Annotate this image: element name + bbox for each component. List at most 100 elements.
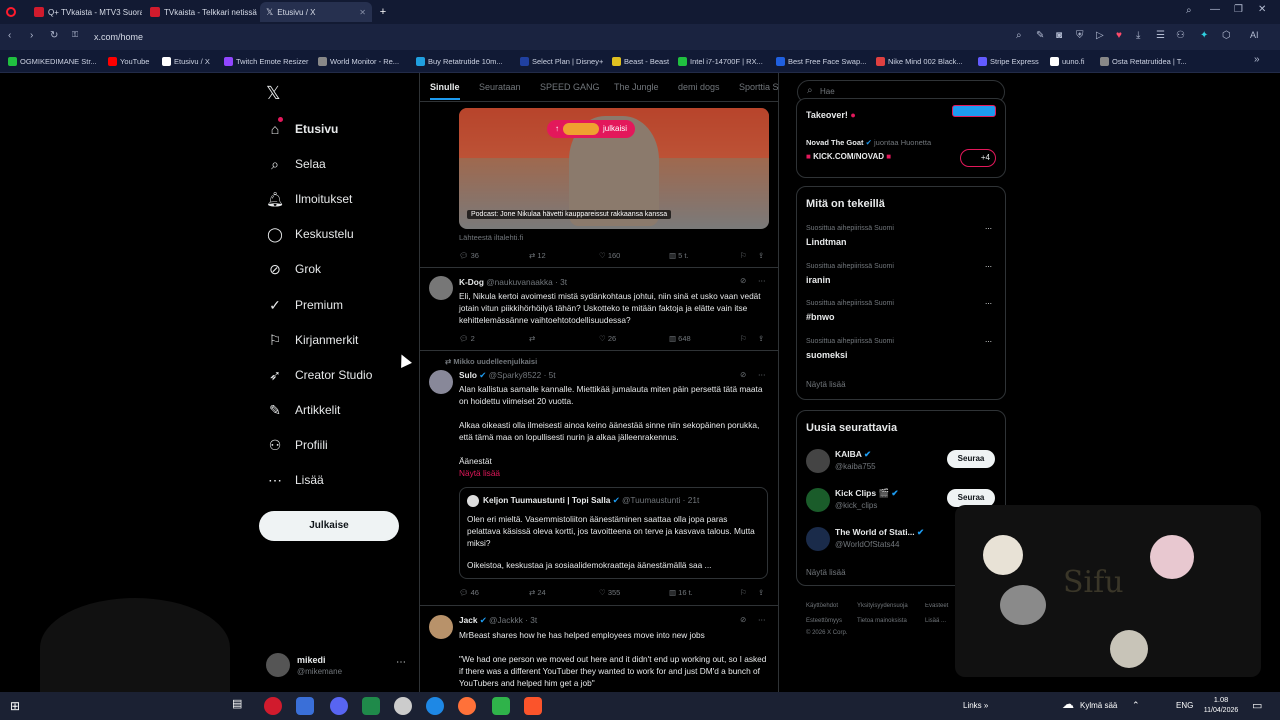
sidebar-item-artikkelit[interactable]: ✎ Artikkelit xyxy=(266,399,340,421)
sidebar-item-creator-studio[interactable]: ➶ Creator Studio xyxy=(266,364,372,386)
x-logo-icon[interactable]: 𝕏 xyxy=(266,83,281,104)
tab-seurataan[interactable]: Seurataan xyxy=(479,82,521,92)
search-tabs-icon[interactable]: ⌕ xyxy=(1186,5,1192,16)
discord-taskbar-icon[interactable] xyxy=(330,697,348,715)
show-more-link[interactable]: Näytä lisää xyxy=(459,467,500,479)
shield-icon[interactable]: ⛨ xyxy=(1076,30,1084,41)
like-count[interactable]: ♡ 160 xyxy=(599,251,620,260)
app-taskbar-icon[interactable] xyxy=(492,697,510,715)
share-icon[interactable]: ⇪ xyxy=(758,588,764,597)
app-taskbar-icon[interactable] xyxy=(394,697,412,715)
sidebar-item-keskustelu[interactable]: ◯ Keskustelu xyxy=(266,223,354,245)
trend-name[interactable]: iranin xyxy=(806,275,831,285)
opera-taskbar-icon[interactable] xyxy=(264,697,282,715)
grok-icon[interactable]: ⊘ xyxy=(740,370,746,379)
suggest-name[interactable]: KAIBA ✔ xyxy=(835,449,871,460)
footer-link[interactable]: Esteettömyys xyxy=(806,618,842,624)
trend-more-icon[interactable]: ⋯ xyxy=(985,225,992,233)
bookmark-item[interactable]: Select Plan | Disney+ xyxy=(520,54,608,69)
footer-link[interactable]: Tietoa mainoksista xyxy=(857,618,907,624)
camera-icon[interactable]: ◙ xyxy=(1056,30,1062,41)
minimize-icon[interactable]: — xyxy=(1210,4,1220,15)
view-count[interactable]: ▥ 16 t. xyxy=(669,588,693,597)
bookmark-item[interactable]: uuno.fi xyxy=(1050,54,1094,69)
close-window-icon[interactable]: ✕ xyxy=(1258,4,1266,15)
show-more-suggestions[interactable]: Näytä lisää xyxy=(806,568,846,577)
bookmark-icon[interactable]: ⚐ xyxy=(740,251,747,260)
footer-link[interactable]: Käyttöehdot xyxy=(806,603,838,609)
reply-count[interactable]: 💬︎ 2 xyxy=(459,334,475,343)
sidebar-item-premium[interactable]: ✓ Premium xyxy=(266,294,343,316)
bookmark-item[interactable]: Buy Retatrutide 10m... xyxy=(416,54,512,69)
trend-name[interactable]: suomeksi xyxy=(806,350,848,360)
close-tab-icon[interactable]: ✕ xyxy=(359,8,366,17)
tab-etusivu-x[interactable]: 𝕏 Etusivu / X ✕ xyxy=(260,2,372,22)
reload-icon[interactable]: ↻ xyxy=(50,30,58,41)
grok-icon[interactable]: ⊘ xyxy=(740,276,746,285)
bookmark-item[interactable]: Etusivu / X xyxy=(162,54,224,69)
avatar[interactable] xyxy=(429,370,453,394)
live-spaces-card[interactable]: Takeover! ● Novad The Goat ✔ juontaa Huo… xyxy=(796,98,1006,178)
footer-link[interactable]: Yksityisyydensuoja xyxy=(857,603,908,609)
tab-the-jungle[interactable]: The Jungle xyxy=(614,82,659,92)
bookmark-item[interactable]: Intel i7-14700F | RX... xyxy=(678,54,770,69)
account-more-icon[interactable]: ⋯ xyxy=(396,657,406,668)
bookmark-item[interactable]: Best Free Face Swap... xyxy=(776,54,872,69)
trend-more-icon[interactable]: ⋯ xyxy=(985,263,992,271)
windows-start-icon[interactable]: ⊞ xyxy=(6,697,24,715)
repost-indicator[interactable]: ⇄ Mikko uudelleenjulkaisi xyxy=(445,357,537,366)
bookmark-item[interactable]: YouTube xyxy=(108,54,163,69)
view-count[interactable]: ▥ 648 xyxy=(669,334,691,343)
menu-icon[interactable]: ☰ xyxy=(1156,30,1165,41)
sidebar-item-ilmoitukset[interactable]: 🔔︎ Ilmoitukset xyxy=(266,188,352,210)
heart-icon[interactable]: ♥ xyxy=(1116,30,1122,41)
follow-button[interactable]: Seuraa xyxy=(947,450,995,468)
avatar[interactable] xyxy=(806,527,830,551)
tab-sinulle[interactable]: Sinulle xyxy=(430,82,460,92)
grok-icon[interactable]: ⊘ xyxy=(740,615,746,624)
edit-icon[interactable]: ✎ xyxy=(1036,30,1044,41)
play-icon[interactable]: ▷ xyxy=(1096,30,1104,41)
tab-tvkaista-mtv3[interactable]: Q+ TVkaista - MTV3 Suora xyxy=(28,2,142,22)
suggest-name[interactable]: Kick Clips 🎬 ✔ xyxy=(835,488,899,499)
footer-link[interactable]: Evästeet xyxy=(925,603,955,609)
clock-time[interactable]: 1.08 xyxy=(1206,695,1236,704)
sidebar-item-selaa[interactable]: ⌕ Selaa xyxy=(266,153,326,175)
download-icon[interactable]: ⤓ xyxy=(1136,30,1140,41)
app-taskbar-icon[interactable] xyxy=(296,697,314,715)
search-input[interactable]: Hae xyxy=(820,87,835,96)
bookmark-item[interactable]: Stripe Express xyxy=(978,54,1044,69)
like-count[interactable]: ♡ 355 xyxy=(599,588,620,597)
repost-count[interactable]: ⇄ xyxy=(529,334,535,343)
edge-taskbar-icon[interactable] xyxy=(426,697,444,715)
trend-more-icon[interactable]: ⋯ xyxy=(985,300,992,308)
bookmark-icon[interactable]: ⚐ xyxy=(740,334,747,343)
sidebar-item-etusivu[interactable]: ⌂ Etusivu xyxy=(266,118,339,140)
language-indicator[interactable]: ENG xyxy=(1176,701,1193,710)
avatar[interactable] xyxy=(429,276,453,300)
reply-count[interactable]: 💬︎ 36 xyxy=(459,251,479,260)
new-tab-button[interactable]: + xyxy=(376,2,390,22)
avatar[interactable] xyxy=(806,449,830,473)
task-view-icon[interactable]: ▤ xyxy=(232,697,250,715)
footer-link[interactable]: Lisää ... xyxy=(925,618,946,624)
reply-count[interactable]: 💬︎ 46 xyxy=(459,588,479,597)
more-icon[interactable]: ⋯ xyxy=(758,370,766,379)
tray-chevron-icon[interactable]: ⌃ xyxy=(1132,700,1140,711)
sidebar-item-grok[interactable]: ⊘ Grok xyxy=(266,258,321,280)
ai-icon[interactable]: AI xyxy=(1250,30,1259,40)
firefox-taskbar-icon[interactable] xyxy=(458,697,476,715)
clock-date[interactable]: 11/04/2026 xyxy=(1198,707,1244,714)
sidebar-item-kirjanmerkit[interactable]: ⚐ Kirjanmerkit xyxy=(266,329,359,351)
repost-count[interactable]: ⇄ 12 xyxy=(529,251,546,260)
link-source[interactable]: Lähteestä iltalehti.fi xyxy=(459,233,523,242)
quoted-post[interactable]: Keljon Tuumaustunti | Topi Salla ✔ @Tuum… xyxy=(459,487,768,579)
zoom-icon[interactable]: ⌕ xyxy=(1016,30,1022,41)
bookmark-item[interactable]: World Monitor - Re... xyxy=(318,54,410,69)
avatar[interactable] xyxy=(806,488,830,512)
trend-more-icon[interactable]: ⋯ xyxy=(985,338,992,346)
bookmark-item[interactable]: Twitch Emote Resizer xyxy=(224,54,314,69)
tab-speed-gang[interactable]: SPEED GANG xyxy=(540,82,600,92)
trend-name[interactable]: Lindtman xyxy=(806,237,847,247)
opera-logo-icon[interactable] xyxy=(4,2,18,22)
